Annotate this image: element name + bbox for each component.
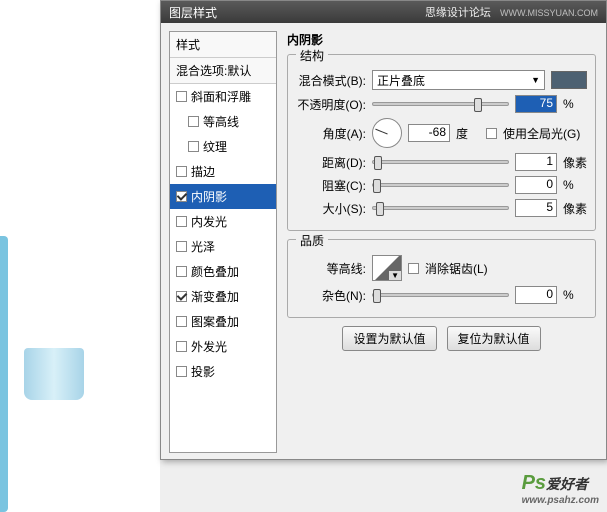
structure-group: 结构 混合模式(B): 正片叠底 ▼ 不透明度(O): 75 % 角: [287, 54, 596, 231]
style-checkbox[interactable]: [176, 216, 187, 227]
style-item-label: 渐变叠加: [191, 288, 239, 305]
angle-input[interactable]: -68: [408, 124, 450, 142]
choke-slider[interactable]: [372, 183, 509, 187]
choke-input[interactable]: 0: [515, 176, 557, 194]
style-item-5[interactable]: 内发光: [170, 209, 276, 234]
style-checkbox[interactable]: [176, 241, 187, 252]
dialog-title: 图层样式: [169, 4, 217, 20]
style-item-label: 颜色叠加: [191, 263, 239, 280]
style-item-0[interactable]: 斜面和浮雕: [170, 84, 276, 109]
style-item-6[interactable]: 光泽: [170, 234, 276, 259]
watermark: Ps爱好者 www.psahz.com: [522, 472, 599, 506]
noise-label: 杂色(N):: [296, 287, 366, 304]
style-checkbox[interactable]: [176, 191, 187, 202]
blend-mode-label: 混合模式(B):: [296, 72, 366, 89]
noise-input[interactable]: 0: [515, 286, 557, 304]
angle-label: 角度(A):: [296, 125, 366, 142]
opacity-label: 不透明度(O):: [296, 96, 366, 113]
opacity-unit: %: [563, 97, 587, 111]
style-item-3[interactable]: 描边: [170, 159, 276, 184]
choke-label: 阻塞(C):: [296, 177, 366, 194]
brand-text: 思缘设计论坛 WWW.MISSYUAN.COM: [425, 4, 598, 20]
distance-slider[interactable]: [372, 160, 509, 164]
style-checkbox[interactable]: [176, 166, 187, 177]
make-default-button[interactable]: 设置为默认值: [342, 326, 436, 351]
style-list-header[interactable]: 样式: [170, 32, 276, 58]
style-checkbox[interactable]: [176, 291, 187, 302]
structure-label: 结构: [296, 47, 328, 64]
dialog-titlebar[interactable]: 图层样式 思缘设计论坛 WWW.MISSYUAN.COM: [161, 1, 606, 23]
inner-shadow-panel: 内阴影 结构 混合模式(B): 正片叠底 ▼ 不透明度(O): 75 %: [277, 23, 606, 461]
angle-dial[interactable]: [372, 118, 402, 148]
size-input[interactable]: 5: [515, 199, 557, 217]
opacity-input[interactable]: 75: [515, 95, 557, 113]
style-item-1[interactable]: 等高线: [170, 109, 276, 134]
style-item-label: 投影: [191, 363, 215, 380]
style-item-label: 图案叠加: [191, 313, 239, 330]
style-item-label: 内阴影: [191, 188, 227, 205]
style-checkbox[interactable]: [176, 266, 187, 277]
style-item-label: 斜面和浮雕: [191, 88, 251, 105]
style-checkbox[interactable]: [176, 91, 187, 102]
antialias-checkbox[interactable]: [408, 263, 419, 274]
layer-style-dialog: 图层样式 思缘设计论坛 WWW.MISSYUAN.COM 样式 混合选项:默认 …: [160, 0, 607, 460]
style-item-4[interactable]: 内阴影: [170, 184, 276, 209]
style-item-10[interactable]: 外发光: [170, 334, 276, 359]
style-item-label: 光泽: [191, 238, 215, 255]
style-checkbox[interactable]: [176, 316, 187, 327]
canvas-edge: [0, 236, 8, 512]
style-item-label: 纹理: [203, 138, 227, 155]
shadow-color-swatch[interactable]: [551, 71, 587, 89]
style-item-9[interactable]: 图案叠加: [170, 309, 276, 334]
global-light-label: 使用全局光(G): [503, 125, 580, 142]
size-label: 大小(S):: [296, 200, 366, 217]
style-item-7[interactable]: 颜色叠加: [170, 259, 276, 284]
style-item-label: 内发光: [191, 213, 227, 230]
style-item-label: 外发光: [191, 338, 227, 355]
style-item-8[interactable]: 渐变叠加: [170, 284, 276, 309]
choke-unit: %: [563, 178, 587, 192]
noise-slider[interactable]: [372, 293, 509, 297]
style-item-label: 描边: [191, 163, 215, 180]
distance-input[interactable]: 1: [515, 153, 557, 171]
chevron-down-icon: ▼: [389, 271, 401, 280]
reset-default-button[interactable]: 复位为默认值: [447, 326, 541, 351]
quality-group: 品质 等高线: ▼ 消除锯齿(L) 杂色(N): 0 %: [287, 239, 596, 318]
noise-unit: %: [563, 288, 587, 302]
antialias-label: 消除锯齿(L): [425, 260, 488, 277]
canvas-background: [0, 0, 160, 512]
size-unit: 像素: [563, 200, 587, 217]
chevron-down-icon: ▼: [531, 75, 540, 85]
style-checkbox[interactable]: [188, 116, 199, 127]
style-checkbox[interactable]: [176, 366, 187, 377]
opacity-slider[interactable]: [372, 102, 509, 106]
distance-unit: 像素: [563, 154, 587, 171]
distance-label: 距离(D):: [296, 154, 366, 171]
panel-title: 内阴影: [287, 31, 596, 48]
style-item-11[interactable]: 投影: [170, 359, 276, 384]
contour-label: 等高线:: [296, 260, 366, 277]
blend-options-default[interactable]: 混合选项:默认: [170, 58, 276, 84]
global-light-checkbox[interactable]: [486, 128, 497, 139]
style-checkbox[interactable]: [176, 341, 187, 352]
style-checkbox[interactable]: [188, 141, 199, 152]
canvas-cylinder-object: [24, 348, 84, 400]
style-item-2[interactable]: 纹理: [170, 134, 276, 159]
quality-label: 品质: [296, 232, 328, 249]
style-list: 样式 混合选项:默认 斜面和浮雕等高线纹理描边内阴影内发光光泽颜色叠加渐变叠加图…: [169, 31, 277, 453]
size-slider[interactable]: [372, 206, 509, 210]
contour-picker[interactable]: ▼: [372, 255, 402, 281]
style-item-label: 等高线: [203, 113, 239, 130]
angle-unit: 度: [456, 125, 480, 142]
blend-mode-combo[interactable]: 正片叠底 ▼: [372, 70, 545, 90]
